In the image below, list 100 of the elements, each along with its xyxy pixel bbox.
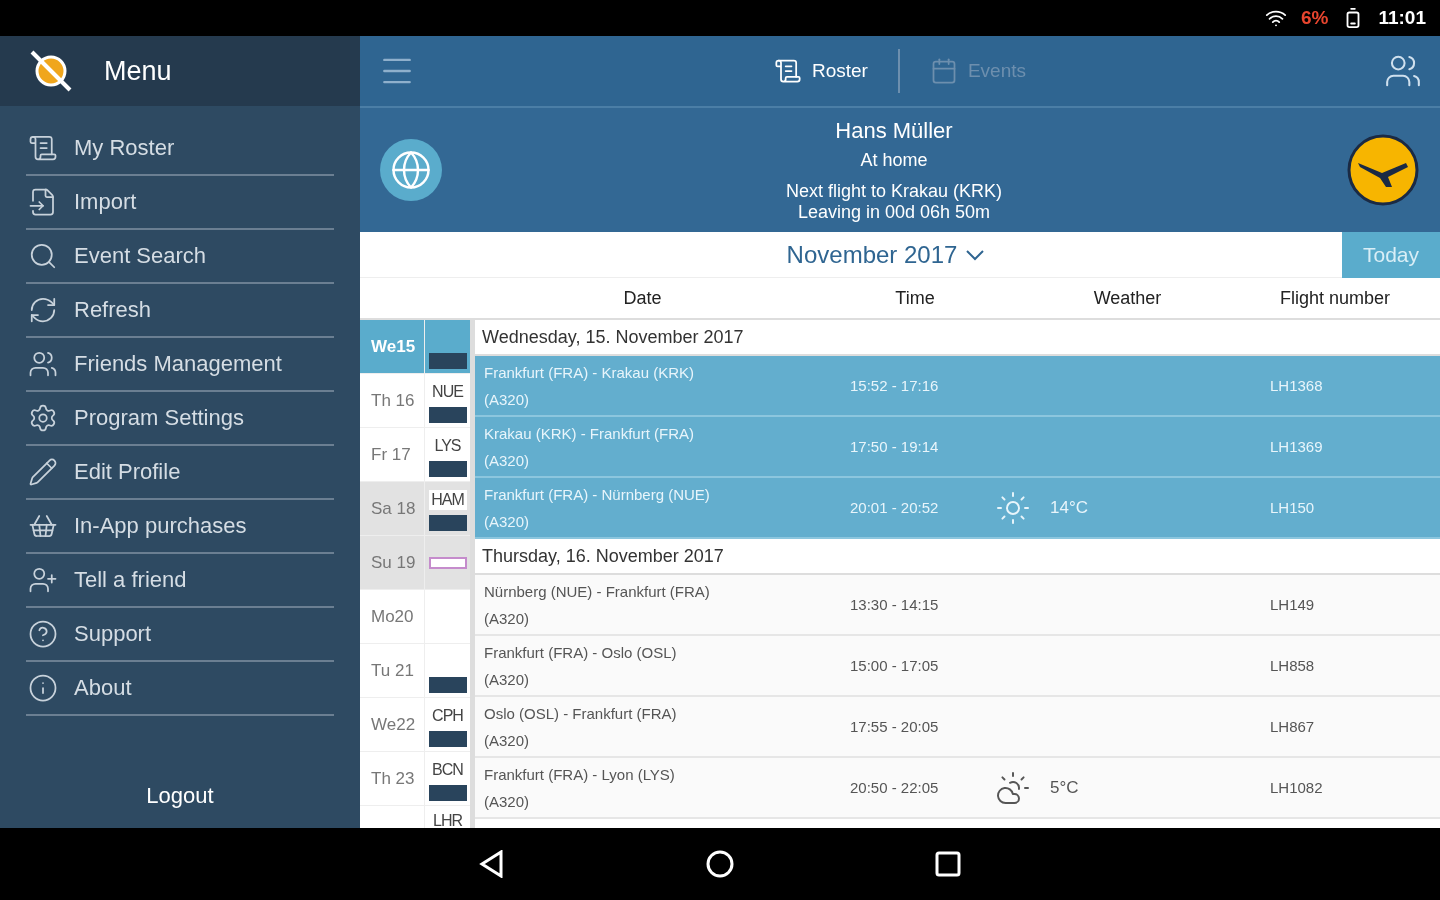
menu-item[interactable]: In-App purchases	[26, 500, 334, 554]
temperature: 14°C	[1050, 497, 1089, 518]
flight-number: LH1369	[1269, 438, 1324, 455]
day-row[interactable]: Tu 21	[360, 644, 470, 698]
flight-time: 15:52 - 17:16	[850, 377, 940, 394]
menu-item-label: Support	[74, 621, 152, 647]
flight-time: 15:00 - 17:05	[850, 657, 940, 674]
aircraft-type: (A320)	[484, 390, 531, 408]
flight-number: LH150	[1269, 499, 1316, 516]
help-icon	[28, 619, 58, 649]
day-row[interactable]: Mo20	[360, 590, 470, 644]
month-selector[interactable]: November 2017	[360, 240, 1342, 269]
menu-item[interactable]: Event Search	[26, 230, 334, 284]
menu-item[interactable]: Support	[26, 608, 334, 662]
day-label: Mo20	[360, 590, 425, 643]
chevron-down-icon	[965, 248, 986, 261]
flight-time: 20:50 - 22:05	[850, 779, 940, 796]
day-label: We22	[360, 698, 425, 751]
menu-item[interactable]: My Roster	[26, 122, 334, 176]
flight-route: Frankfurt (FRA) - Nürnberg (NUE)	[484, 485, 711, 503]
aircraft-type: (A320)	[484, 670, 531, 688]
day-row[interactable]: We22 CPH	[360, 698, 470, 752]
menu-item[interactable]: About	[26, 662, 334, 716]
flight-number: LH858	[1269, 657, 1316, 674]
flight-row[interactable]: Frankfurt (FRA) - Oslo (OSL) (A320) 15:00 - 17:05 LH858	[475, 636, 1440, 697]
aircraft-type: (A320)	[484, 792, 531, 810]
flight-time: 13:30 - 14:15	[850, 596, 940, 613]
menu-item[interactable]: Refresh	[26, 284, 334, 338]
column-header: Flight number	[1278, 287, 1392, 309]
menu-item-label: About	[74, 675, 132, 701]
day-label: We15	[360, 320, 425, 373]
menu-item[interactable]: Friends Management	[26, 338, 334, 392]
back-icon[interactable]	[479, 850, 505, 878]
duty-bar	[428, 731, 467, 747]
flight-row[interactable]: Nürnberg (NUE) - Frankfurt (FRA) (A320) 13:30 - 14:15 LH149	[475, 575, 1440, 636]
users-icon	[28, 565, 58, 595]
globe-icon	[390, 149, 432, 191]
day-label: Tu 21	[360, 644, 425, 697]
menu-item-label: My Roster	[74, 135, 175, 161]
flight-route: Oslo (OSL) - Frankfurt (FRA)	[484, 704, 678, 722]
duty-bar	[428, 353, 467, 369]
duty-bar	[428, 515, 467, 531]
menu-item-label: Refresh	[74, 297, 152, 323]
flight-route: Nürnberg (NUE) - Frankfurt (FRA)	[484, 582, 711, 600]
flight-time: 20:01 - 20:52	[850, 499, 940, 516]
temperature: 5°C	[1050, 777, 1080, 798]
menu-item[interactable]: Program Settings	[26, 392, 334, 446]
day-row[interactable]: Su 19	[360, 536, 470, 590]
user-name: Hans Müller	[835, 117, 953, 144]
menu-item[interactable]: Edit Profile	[26, 446, 334, 500]
menu-item-label: Program Settings	[74, 405, 244, 431]
next-flight: Next flight to Krakau (KRK)	[785, 180, 1003, 202]
duty-bar	[428, 461, 467, 477]
flight-number: LH1368	[1269, 377, 1324, 394]
menu-item[interactable]: Tell a friend	[26, 554, 334, 608]
duty-bar	[428, 785, 467, 801]
refresh-icon	[28, 295, 58, 325]
flight-number: LH149	[1269, 596, 1316, 613]
menu-item-label: Edit Profile	[74, 459, 181, 485]
recents-icon[interactable]	[935, 851, 961, 877]
airport-code: HAM	[428, 490, 467, 510]
flight-route: Frankfurt (FRA) - Krakau (KRK)	[484, 363, 696, 381]
duty-bar	[428, 677, 467, 693]
column-header: Time	[894, 287, 936, 309]
menu-item[interactable]: Import	[26, 176, 334, 230]
search-icon	[28, 241, 58, 271]
tab[interactable]: Roster	[743, 57, 898, 85]
aircraft-type: (A320)	[484, 609, 531, 627]
aircraft-type: (A320)	[484, 512, 531, 530]
day-label: Su 19	[360, 536, 425, 589]
home-icon[interactable]	[705, 849, 735, 879]
column-header: Date	[622, 287, 663, 309]
settings-icon	[28, 403, 58, 433]
logout-button[interactable]: Logout	[140, 782, 220, 810]
menu-item-label: Tell a friend	[74, 567, 187, 593]
menu-item-label: Event Search	[74, 243, 207, 269]
day-row[interactable]: Sa 18 HAM	[360, 482, 470, 536]
flight-route: Frankfurt (FRA) - Lyon (LYS)	[484, 765, 676, 783]
flight-route: Frankfurt (FRA) - Oslo (OSL)	[484, 643, 678, 661]
day-label: Th 16	[360, 374, 425, 427]
aircraft-type: (A320)	[484, 451, 531, 469]
day-marker	[428, 556, 467, 569]
pencil-icon	[28, 457, 58, 487]
roster-icon	[28, 133, 58, 163]
flight-row[interactable]: Oslo (OSL) - Frankfurt (FRA) (A320) 17:55 - 20:05 LH867	[475, 697, 1440, 758]
users-icon	[28, 349, 58, 379]
flight-time: 17:55 - 20:05	[850, 718, 940, 735]
flight-number: LH867	[1269, 718, 1316, 735]
day-row[interactable]: Th 16 NUE	[360, 374, 470, 428]
menu-item-label: In-App purchases	[74, 513, 247, 539]
day-row[interactable]: Fr 17 LYS	[360, 428, 470, 482]
duty-bar	[428, 407, 467, 423]
day-row[interactable]: Th 23 BCN	[360, 752, 470, 806]
clock: 11:01	[1378, 7, 1426, 29]
menu-title: Menu	[104, 55, 172, 87]
departure-countdown: Leaving in 00d 06h 50m	[797, 201, 991, 223]
day-label: Fr 17	[360, 428, 425, 481]
flight-row[interactable]: Frankfurt (FRA) - Lyon (LYS) (A320) 20:50 - 22:05 5°C LH1082	[475, 758, 1440, 819]
day-label: Sa 18	[360, 482, 425, 535]
menu-item-label: Friends Management	[74, 351, 282, 377]
